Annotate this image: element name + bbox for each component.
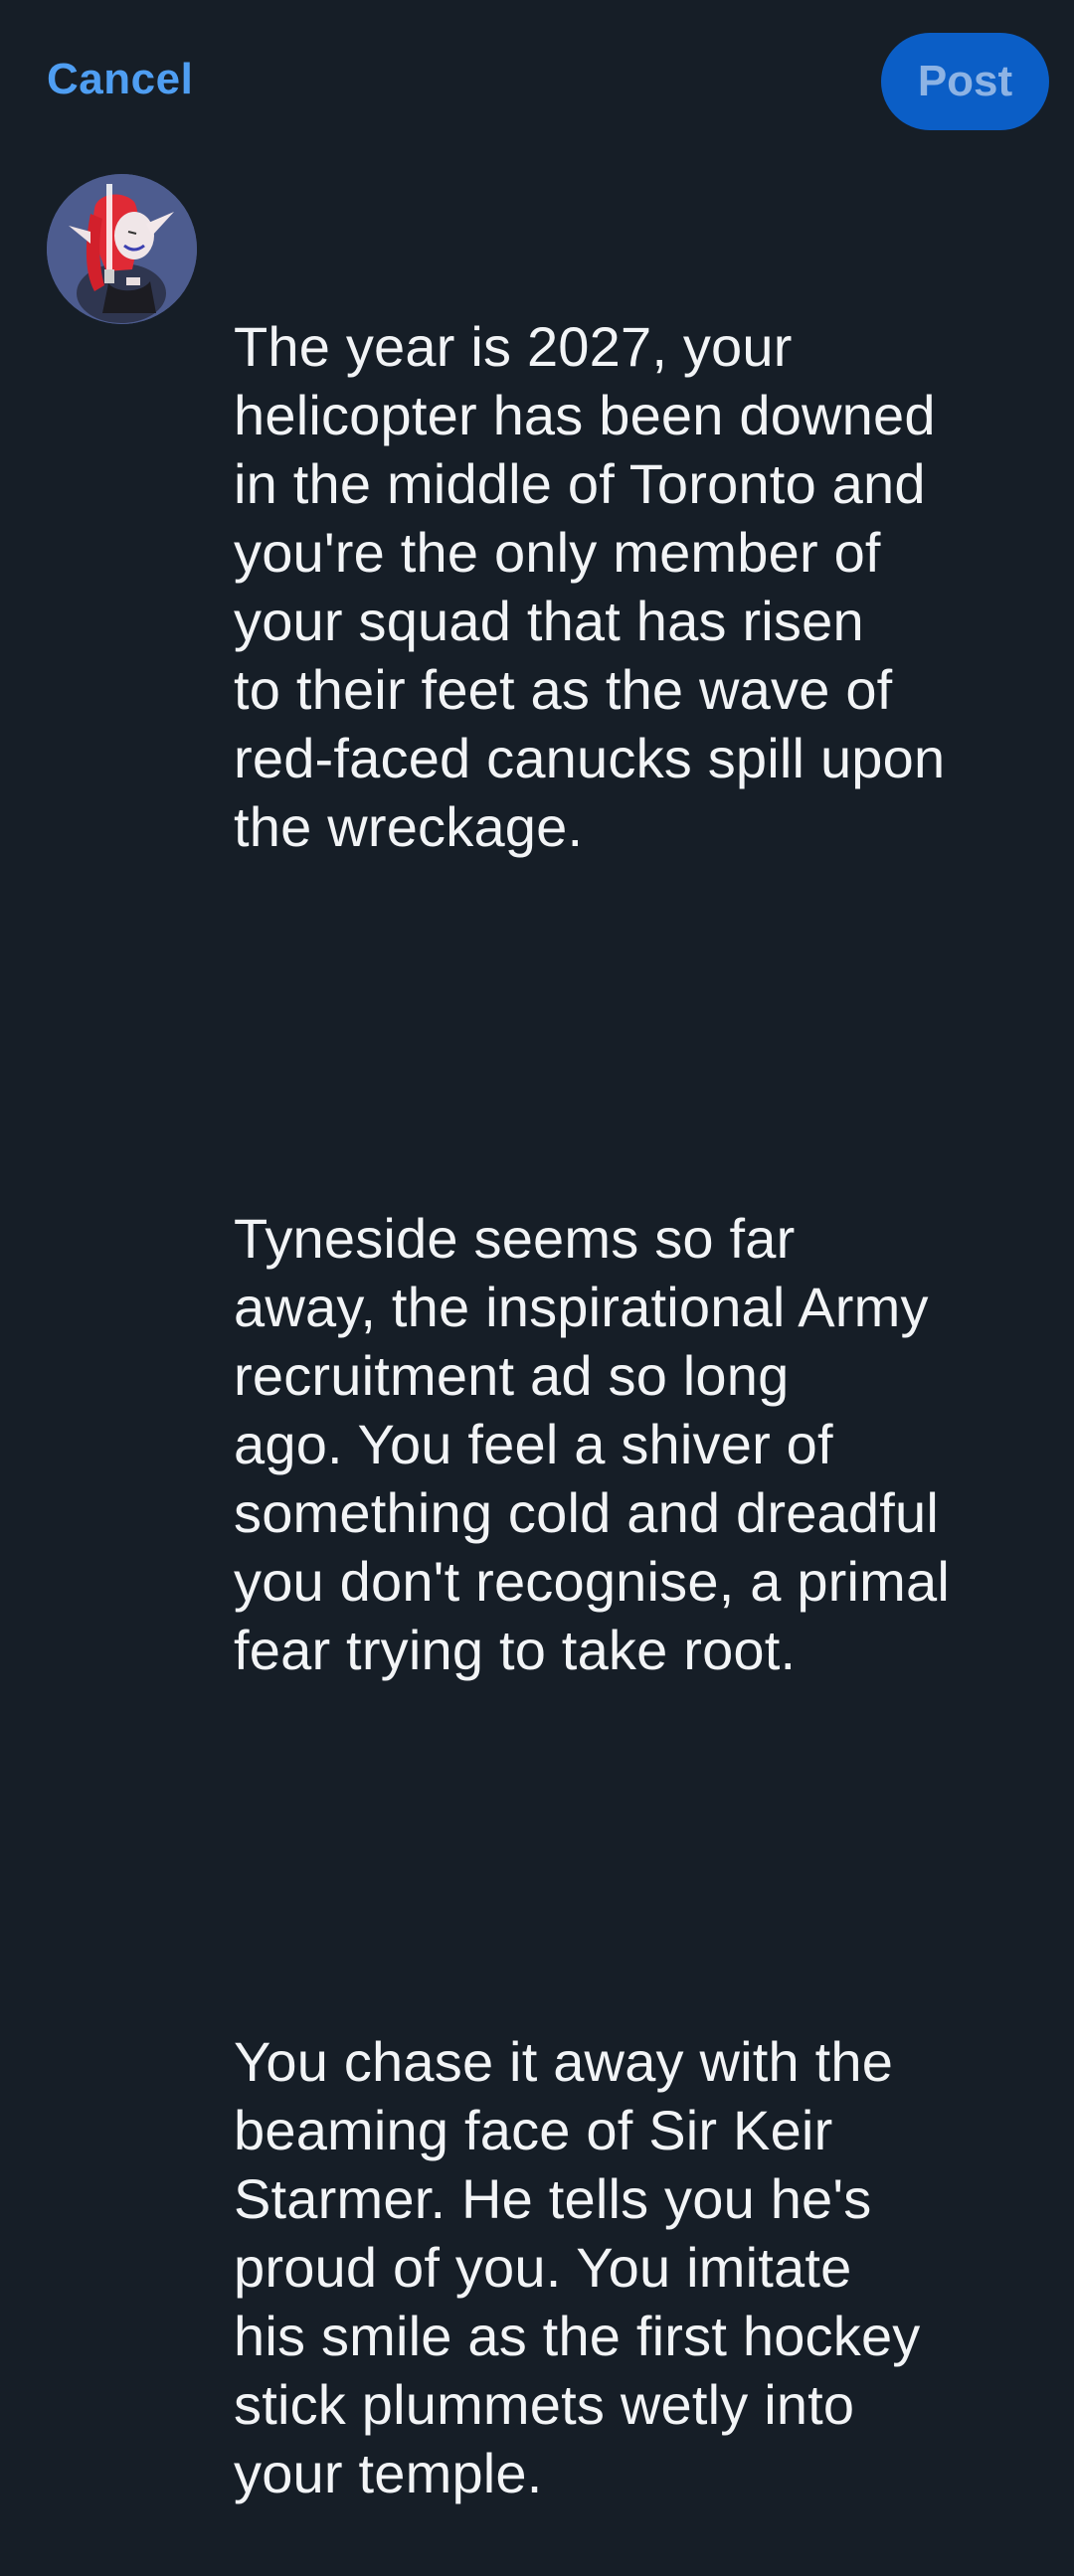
post-text-area[interactable]: The year is 2027, your helicopter has be… bbox=[234, 175, 1049, 2576]
avatar-image bbox=[47, 174, 197, 324]
post-button[interactable]: Post bbox=[881, 33, 1049, 130]
paragraph-3: You chase it away with the beaming face … bbox=[234, 2030, 921, 2504]
paragraph-2: Tyneside seems so far away, the inspirat… bbox=[234, 1207, 950, 1681]
paragraph-1: The year is 2027, your helicopter has be… bbox=[234, 315, 946, 858]
compose-header: Cancel Post bbox=[0, 0, 1074, 159]
cancel-button[interactable]: Cancel bbox=[47, 50, 193, 109]
user-avatar[interactable] bbox=[47, 174, 197, 324]
